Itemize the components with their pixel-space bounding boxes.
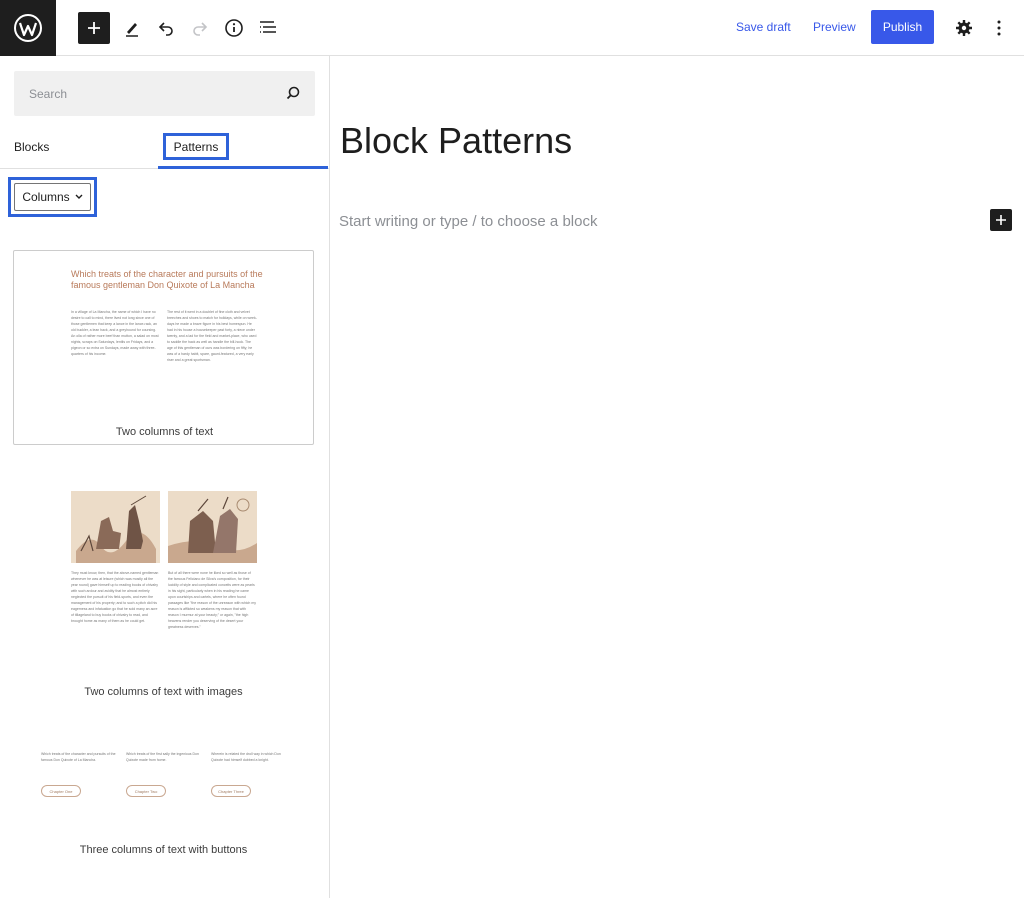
pattern-chapter-button: Chapter Two: [126, 785, 166, 797]
category-select-highlight: Columns: [8, 177, 97, 217]
pattern-chapter-button: Chapter One: [41, 785, 81, 797]
chevron-down-icon: [75, 194, 83, 199]
pattern-chapter-button: Chapter Three: [211, 785, 251, 797]
more-vertical-icon[interactable]: [983, 12, 1015, 44]
pattern-column-text: But of all there were none he liked so w…: [168, 571, 256, 629]
preview-button[interactable]: Preview: [813, 20, 856, 34]
top-toolbar: Save draft Preview Publish: [0, 0, 1024, 56]
tab-patterns[interactable]: Patterns: [163, 133, 229, 160]
block-inserter-sidebar: Search Blocks Patterns Columns Which tre…: [0, 56, 330, 898]
tab-blocks[interactable]: Blocks: [14, 140, 49, 154]
pattern-three-columns-with-buttons[interactable]: Which treats of the character and pursui…: [13, 746, 314, 871]
plus-icon[interactable]: [78, 12, 110, 44]
pattern-label: Two columns of text with images: [84, 686, 243, 698]
pattern-column-text: Which treats of the first sally the inge…: [126, 752, 199, 762]
category-select-value: Columns: [22, 190, 70, 204]
pattern-column-text: Which treats of the character and pursui…: [41, 752, 116, 762]
gear-icon[interactable]: [948, 12, 980, 44]
pattern-two-columns-with-images[interactable]: They must know, then, that the above-nam…: [13, 486, 314, 706]
active-tab-indicator: [158, 166, 328, 169]
pattern-two-columns-of-text[interactable]: Which treats of the character and pursui…: [13, 250, 314, 445]
list-view-icon[interactable]: [252, 12, 284, 44]
pattern-label: Three columns of text with buttons: [79, 844, 248, 856]
redo-icon[interactable]: [184, 12, 216, 44]
save-draft-button[interactable]: Save draft: [736, 20, 791, 34]
post-title[interactable]: Block Patterns: [340, 120, 572, 162]
pattern-column-text: Wherein is related the droll way in whic…: [211, 752, 281, 762]
search-placeholder: Search: [29, 87, 68, 101]
pattern-label: Two columns of text: [115, 426, 214, 438]
pattern-column-text: In a village of La Mancha, the name of w…: [71, 310, 159, 356]
pencil-icon[interactable]: [116, 12, 148, 44]
pattern-column-text: They must know, then, that the above-nam…: [71, 571, 159, 623]
wordpress-icon[interactable]: [0, 0, 56, 56]
undo-icon[interactable]: [150, 12, 182, 44]
info-icon[interactable]: [218, 12, 250, 44]
category-select[interactable]: Columns: [14, 183, 91, 211]
illustration-image: [168, 491, 257, 563]
search-icon: [286, 86, 300, 100]
pattern-heading: Which treats of the character and pursui…: [71, 269, 263, 290]
search-input[interactable]: Search: [14, 71, 315, 116]
block-placeholder[interactable]: Start writing or type / to choose a bloc…: [339, 213, 597, 230]
pattern-column-text: The rest of it went in a doublet of fine…: [167, 310, 257, 362]
plus-icon[interactable]: [990, 209, 1012, 231]
illustration-image: [71, 491, 160, 563]
publish-button[interactable]: Publish: [871, 10, 934, 44]
